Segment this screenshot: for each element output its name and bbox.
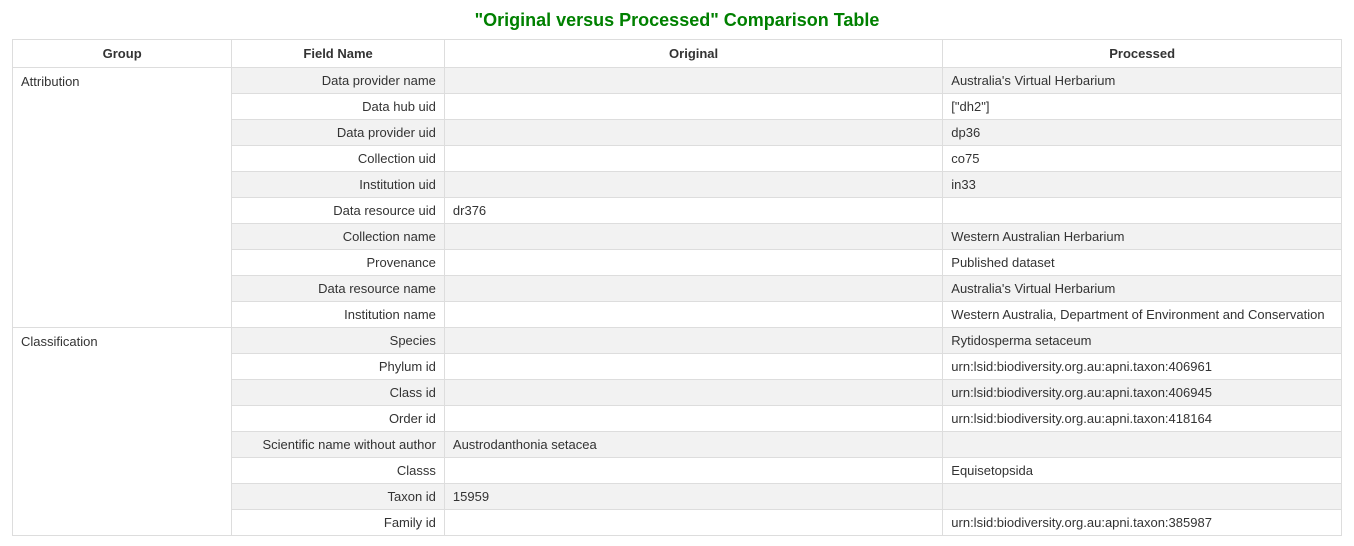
original-value-cell — [444, 510, 942, 536]
original-value-cell — [444, 172, 942, 198]
original-value-cell — [444, 354, 942, 380]
processed-value-cell — [943, 432, 1342, 458]
processed-value-cell: urn:lsid:biodiversity.org.au:apni.taxon:… — [943, 406, 1342, 432]
field-name-cell: Data provider uid — [232, 120, 445, 146]
processed-value-cell: Rytidosperma setaceum — [943, 328, 1342, 354]
processed-value-cell: Australia's Virtual Herbarium — [943, 68, 1342, 94]
original-value-cell — [444, 380, 942, 406]
original-value-cell: Austrodanthonia setacea — [444, 432, 942, 458]
original-value-cell — [444, 94, 942, 120]
processed-value-cell — [943, 198, 1342, 224]
field-name-cell: Taxon id — [232, 484, 445, 510]
original-value-cell — [444, 276, 942, 302]
processed-value-cell: Australia's Virtual Herbarium — [943, 276, 1342, 302]
original-value-cell — [444, 224, 942, 250]
header-group: Group — [13, 40, 232, 68]
table-row: AttributionData provider nameAustralia's… — [13, 68, 1342, 94]
original-value-cell — [444, 406, 942, 432]
original-value-cell — [444, 146, 942, 172]
field-name-cell: Phylum id — [232, 354, 445, 380]
field-name-cell: Data resource name — [232, 276, 445, 302]
header-field: Field Name — [232, 40, 445, 68]
processed-value-cell: Published dataset — [943, 250, 1342, 276]
field-name-cell: Class id — [232, 380, 445, 406]
original-value-cell — [444, 120, 942, 146]
table-header-row: Group Field Name Original Processed — [13, 40, 1342, 68]
original-value-cell — [444, 68, 942, 94]
field-name-cell: Institution uid — [232, 172, 445, 198]
field-name-cell: Provenance — [232, 250, 445, 276]
processed-value-cell: in33 — [943, 172, 1342, 198]
field-name-cell: Institution name — [232, 302, 445, 328]
field-name-cell: Family id — [232, 510, 445, 536]
field-name-cell: Classs — [232, 458, 445, 484]
group-cell: Attribution — [13, 68, 232, 328]
table-row: ClassificationSpeciesRytidosperma setace… — [13, 328, 1342, 354]
group-cell: Classification — [13, 328, 232, 536]
processed-value-cell: Western Australian Herbarium — [943, 224, 1342, 250]
field-name-cell: Data hub uid — [232, 94, 445, 120]
processed-value-cell — [943, 484, 1342, 510]
original-value-cell — [444, 302, 942, 328]
field-name-cell: Species — [232, 328, 445, 354]
processed-value-cell: co75 — [943, 146, 1342, 172]
field-name-cell: Collection uid — [232, 146, 445, 172]
original-value-cell: dr376 — [444, 198, 942, 224]
original-value-cell — [444, 328, 942, 354]
header-processed: Processed — [943, 40, 1342, 68]
field-name-cell: Data provider name — [232, 68, 445, 94]
header-original: Original — [444, 40, 942, 68]
processed-value-cell: dp36 — [943, 120, 1342, 146]
processed-value-cell: urn:lsid:biodiversity.org.au:apni.taxon:… — [943, 380, 1342, 406]
processed-value-cell: Western Australia, Department of Environ… — [943, 302, 1342, 328]
field-name-cell: Collection name — [232, 224, 445, 250]
page-title: "Original versus Processed" Comparison T… — [12, 10, 1342, 31]
field-name-cell: Scientific name without author — [232, 432, 445, 458]
processed-value-cell: ["dh2"] — [943, 94, 1342, 120]
original-value-cell — [444, 458, 942, 484]
processed-value-cell: urn:lsid:biodiversity.org.au:apni.taxon:… — [943, 354, 1342, 380]
comparison-table: Group Field Name Original Processed Attr… — [12, 39, 1342, 536]
processed-value-cell: Equisetopsida — [943, 458, 1342, 484]
processed-value-cell: urn:lsid:biodiversity.org.au:apni.taxon:… — [943, 510, 1342, 536]
field-name-cell: Data resource uid — [232, 198, 445, 224]
field-name-cell: Order id — [232, 406, 445, 432]
original-value-cell: 15959 — [444, 484, 942, 510]
original-value-cell — [444, 250, 942, 276]
